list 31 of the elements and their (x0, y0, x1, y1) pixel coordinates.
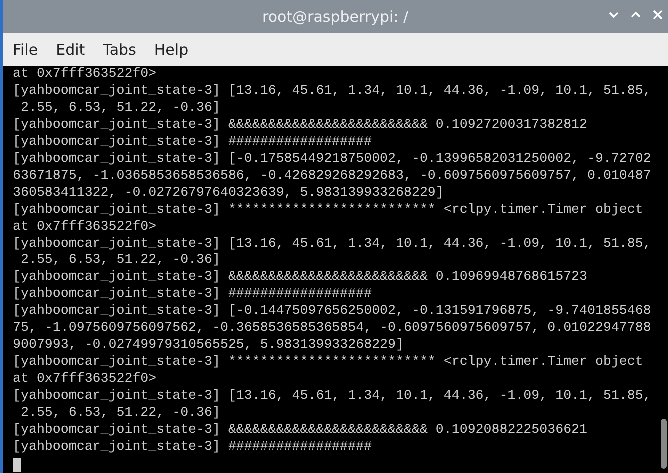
menu-item[interactable]: Help (150, 40, 197, 58)
terminal-line: [yahboomcar_joint_state-3] [-0.14475097656250002, -0.131591796875, -9.7401855468 (13, 303, 652, 320)
terminal-line: at 0x7fff363522f0> (13, 66, 158, 83)
menu-item[interactable]: File (9, 40, 46, 58)
terminal-line: [yahboomcar_joint_state-3] &&&&&&&&&&&&&&&&&&&&&&&&& 0.10927200317382812 (13, 116, 589, 134)
close-icon[interactable] (652, 9, 664, 21)
scrollbar-thumb[interactable] (661, 419, 667, 469)
terminal-line: [yahboomcar_joint_state-3] ################## (13, 134, 374, 151)
terminal-line: 75, -1.0975609756097562, -0.3658536585365854, -0.6097560975609757, 0.01022947788 (13, 320, 652, 338)
terminal-line: [yahboomcar_joint_state-3] &&&&&&&&&&&&&&&&&&&&&&&&& 0.10920882225036621 (13, 422, 589, 439)
terminal-line: [yahboomcar_joint_state-3] [13.16, 45.61, 1.34, 10.1, 44.36, -1.09, 10.1, 51.85, (13, 82, 652, 100)
menu-item[interactable]: Edit (52, 40, 94, 58)
terminal-line: 9007993, -0.02749979310565525, 5.983139933268229] (13, 337, 405, 354)
terminal-line: 2.55, 6.53, 51.22, -0.36] (20, 405, 222, 422)
terminal-line: [yahboomcar_joint_state-3] ************************** <rclpy.timer.Timer object (13, 354, 644, 372)
terminal-line: 2.55, 6.53, 51.22, -0.36] (20, 100, 222, 117)
terminal-line: 2.55, 6.53, 51.22, -0.36] (20, 252, 222, 270)
terminal-line: 63671875, -1.0365853658536586, -0.426829268292683, -0.6097560975609757, 0.010487 (13, 168, 652, 185)
terminal-line: at 0x7fff363522f0> (13, 371, 158, 388)
terminal-line: 360583411322, -0.02726797640323639, 5.983139933268229] (13, 184, 445, 202)
terminal-line: [yahboomcar_joint_state-3] [13.16, 45.61, 1.34, 10.1, 44.36, -1.09, 10.1, 51.85, (13, 236, 652, 252)
terminal-line: at 0x7fff363522f0> (13, 218, 158, 236)
terminal-line: [yahboomcar_joint_state-3] ################## (13, 438, 374, 456)
terminal-line: [yahboomcar_joint_state-3] ************************** <rclpy.timer.Timer object (13, 202, 644, 219)
terminal-line: [yahboomcar_joint_state-3] ################## (13, 286, 374, 304)
terminal-line: [yahboomcar_joint_state-3] [-0.17585449218750002, -0.13996582031250002, -9.72702 (13, 150, 652, 168)
text-cursor (13, 458, 21, 472)
menu-item[interactable]: Tabs (99, 40, 144, 58)
terminal-line: [yahboomcar_joint_state-3] [13.16, 45.61, 1.34, 10.1, 44.36, -1.09, 10.1, 51.85, (13, 388, 652, 406)
terminal-line: [yahboomcar_joint_state-3] &&&&&&&&&&&&&&&&&&&&&&&&& 0.10969948768615723 (13, 269, 589, 286)
window-title: root@raspberrypi: / (262, 8, 409, 26)
